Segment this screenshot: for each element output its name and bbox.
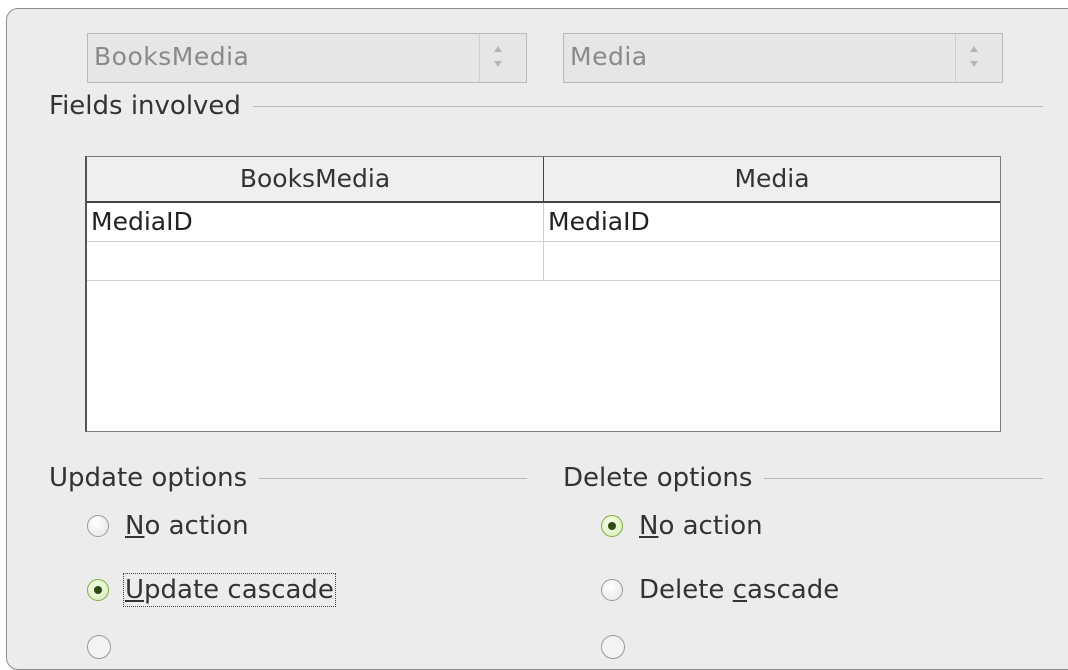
label-rest: ascade: [747, 575, 840, 605]
update-options-label: Update options: [49, 463, 248, 493]
radio-icon: [87, 515, 109, 537]
left-table-spin-button[interactable]: [479, 34, 526, 82]
fields-involved-label: Fields involved: [49, 91, 241, 121]
radio-icon[interactable]: [601, 635, 625, 659]
radio-selected-icon: [87, 579, 109, 601]
chevron-down-icon: [970, 61, 978, 67]
radio-icon: [601, 579, 623, 601]
group-rule: [764, 477, 1043, 479]
field-cell-right[interactable]: [544, 242, 998, 280]
delete-options-label: Delete options: [563, 463, 753, 493]
chevron-up-icon: [494, 46, 502, 52]
table-row[interactable]: MediaID MediaID: [87, 203, 1000, 242]
update-no-action-label: No action: [125, 511, 249, 541]
radio-selected-icon: [601, 515, 623, 537]
delete-cascade-radio[interactable]: Delete cascade: [601, 575, 839, 605]
group-rule: [252, 105, 1043, 107]
update-no-action-radio[interactable]: No action: [87, 511, 249, 541]
right-table-value: Media: [570, 42, 648, 71]
fields-grid[interactable]: BooksMedia Media MediaID MediaID: [85, 156, 1001, 432]
table-row[interactable]: [87, 242, 1000, 281]
mnemonic: U: [125, 575, 145, 605]
chevron-down-icon: [494, 61, 502, 67]
fields-involved-heading: Fields involved: [49, 91, 1043, 121]
right-table-select[interactable]: Media: [563, 33, 1003, 83]
right-table-spin-button[interactable]: [955, 34, 1002, 82]
field-cell-right[interactable]: MediaID: [544, 203, 998, 241]
update-options-heading: Update options: [49, 463, 527, 493]
group-rule: [259, 477, 527, 479]
relations-dialog: BooksMedia Media Fields involved BooksMe…: [6, 8, 1068, 670]
chevron-up-icon: [970, 46, 978, 52]
mnemonic: N: [639, 511, 659, 541]
column-header-left[interactable]: BooksMedia: [87, 157, 543, 201]
grid-header: BooksMedia Media: [87, 157, 1000, 203]
delete-no-action-radio[interactable]: No action: [601, 511, 763, 541]
label-rest: o action: [144, 511, 249, 541]
field-cell-left[interactable]: [87, 242, 541, 280]
left-table-value: BooksMedia: [94, 42, 250, 71]
radio-icon[interactable]: [87, 635, 111, 659]
update-cascade-label: Update cascade: [123, 573, 336, 607]
mnemonic: N: [125, 511, 145, 541]
delete-no-action-label: No action: [639, 511, 763, 541]
left-table-select[interactable]: BooksMedia: [87, 33, 527, 83]
delete-options-heading: Delete options: [563, 463, 1043, 493]
field-cell-left[interactable]: MediaID: [87, 203, 541, 241]
delete-cascade-label: Delete cascade: [639, 575, 839, 605]
label-pre: Delete: [639, 575, 733, 605]
update-cascade-radio[interactable]: Update cascade: [87, 573, 336, 607]
column-header-right[interactable]: Media: [544, 157, 1000, 201]
mnemonic: c: [732, 575, 747, 605]
label-rest: o action: [658, 511, 763, 541]
label-rest: pdate cascade: [144, 575, 334, 605]
